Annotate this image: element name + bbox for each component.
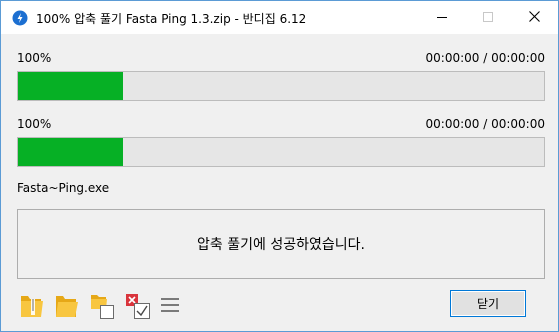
copy-files-icon[interactable] [90,292,116,320]
file-progress-percent: 100% [17,117,52,131]
close-icon [528,10,540,25]
delete-archive-icon[interactable] [125,292,151,320]
file-progress-bar [17,137,545,167]
close-window-button[interactable] [511,1,557,34]
total-progress-time: 00:00:00 / 00:00:00 [425,51,545,65]
zip-folder-icon[interactable] [19,292,45,320]
total-progress-bar [17,71,545,101]
extract-window: 100% 압축 풀기 Fasta Ping 1.3.zip - 반디집 6.12… [0,0,559,332]
file-progress-fill [18,138,124,166]
title-bar[interactable]: 100% 압축 풀기 Fasta Ping 1.3.zip - 반디집 6.12 [1,1,558,34]
menu-icon[interactable] [160,292,186,320]
total-progress-fill [18,72,124,100]
status-message: 압축 풀기에 성공하였습니다. [197,237,365,253]
window-title: 100% 압축 풀기 Fasta Ping 1.3.zip - 반디집 6.12 [36,12,307,26]
window-content: 100% 00:00:00 / 00:00:00 100% 00:00:00 /… [1,34,558,331]
total-progress-percent: 100% [17,51,52,65]
file-progress-time: 00:00:00 / 00:00:00 [425,117,545,131]
maximize-icon [483,11,493,25]
close-button[interactable]: 닫기 [450,290,526,317]
open-folder-icon[interactable] [54,292,80,320]
maximize-button[interactable] [465,1,511,34]
minimize-icon [437,11,447,25]
status-message-box: 압축 풀기에 성공하였습니다. [17,209,545,279]
minimize-button[interactable] [419,1,465,34]
bandizip-icon [12,10,28,26]
current-file-name: Fasta~Ping.exe [17,181,110,195]
